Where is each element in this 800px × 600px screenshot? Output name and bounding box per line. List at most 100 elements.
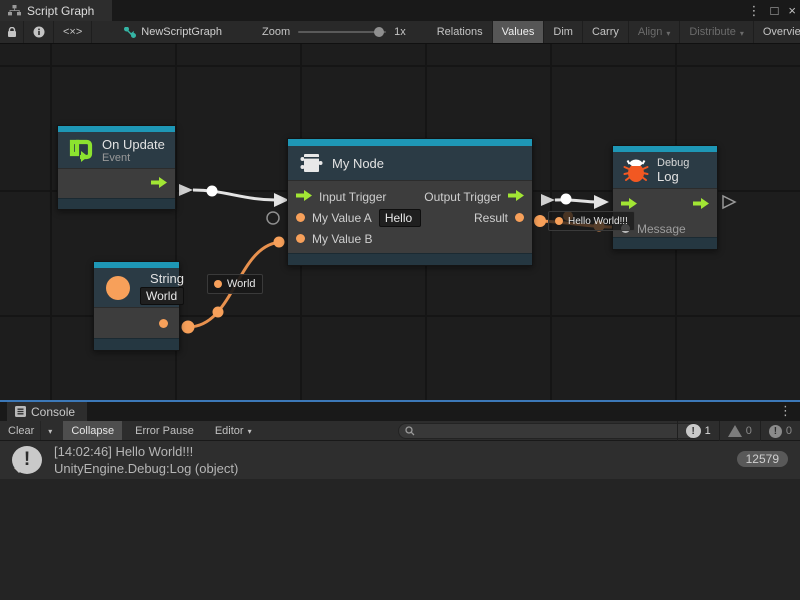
tab-script-graph-label: Script Graph	[27, 4, 94, 18]
node-title: On Update	[102, 137, 165, 152]
clear-dropdown[interactable]: ▾	[40, 421, 59, 440]
chevron-down-icon: ▾	[666, 29, 670, 38]
error-circle-icon: !	[769, 425, 782, 438]
flow-output-port[interactable]	[151, 175, 167, 193]
maximize-icon[interactable]: □	[771, 3, 779, 18]
graph-asset-icon	[124, 27, 136, 38]
error-pause-button[interactable]: Error Pause	[127, 421, 202, 440]
node-on-update[interactable]: On Update Event	[57, 125, 176, 210]
graph-name[interactable]: NewScriptGraph	[114, 21, 232, 43]
my-value-b-label: My Value B	[312, 232, 372, 246]
info-button[interactable]	[24, 21, 54, 43]
console-list-icon	[15, 406, 26, 417]
unity-window: Script Graph ⋮ □ × <×> NewScriptGraph	[0, 0, 800, 600]
info-icon	[33, 26, 45, 38]
node-title-stripe	[288, 139, 532, 146]
message-label: Message	[637, 222, 686, 236]
loop-event-icon	[68, 138, 94, 162]
console-tabbar: Console ⋮	[0, 402, 800, 421]
log-bubble-icon: !	[12, 446, 42, 474]
node-subtitle: Event	[102, 152, 165, 164]
console-toolbar: Clear ▾ Collapse Error Pause Editor▾ ! 1…	[0, 421, 800, 441]
script-graph-icon	[8, 5, 21, 16]
error-count: 0	[786, 425, 792, 437]
output-trigger-port[interactable]	[508, 188, 524, 206]
warning-count-toggle[interactable]: 0	[719, 421, 760, 441]
console-log-entry[interactable]: ! [14:02:46] Hello World!!! UnityEngine.…	[0, 441, 800, 479]
debug-bug-icon	[623, 157, 649, 183]
wire-value-label-world: World	[207, 274, 263, 294]
window-menu-icon[interactable]: ⋮	[748, 3, 761, 19]
code-preview-button[interactable]: <×>	[54, 21, 92, 43]
console-search[interactable]	[398, 423, 700, 439]
error-count-toggle[interactable]: ! 0	[760, 421, 800, 441]
result-label: Result	[474, 211, 508, 225]
string-value-input[interactable]	[140, 287, 184, 305]
node-debug-log[interactable]: Debug Log Message	[612, 145, 718, 250]
code-icon: <×>	[63, 26, 82, 38]
wire-onupdate-to-mynode[interactable]	[179, 184, 289, 207]
console-panel: Console ⋮ Clear ▾ Collapse Error Pause E…	[0, 400, 800, 600]
node-footer	[613, 237, 717, 249]
editor-dropdown[interactable]: Editor▾	[207, 421, 260, 440]
carry-button[interactable]: Carry	[583, 21, 629, 43]
log-entry-line1: [14:02:46] Hello World!!!	[54, 443, 238, 460]
zoom-control: Zoom 1x	[252, 21, 416, 43]
values-button[interactable]: Values	[493, 21, 545, 43]
my-value-b-port[interactable]	[296, 234, 305, 243]
graph-canvas[interactable]: On Update Event My Node	[0, 44, 800, 400]
node-category: Debug	[657, 157, 689, 169]
distribute-dropdown[interactable]: Distribute▾	[680, 21, 753, 43]
result-port[interactable]	[515, 213, 524, 222]
lock-button[interactable]	[0, 21, 24, 43]
console-search-input[interactable]	[419, 425, 693, 437]
my-value-a-port[interactable]	[296, 213, 305, 222]
warning-count: 0	[746, 425, 752, 437]
zoom-label: Zoom	[262, 26, 290, 38]
search-icon	[405, 426, 415, 436]
align-dropdown[interactable]: Align▾	[629, 21, 680, 43]
node-my-node[interactable]: My Node Input Trigger Output Trigger	[287, 138, 533, 266]
node-title: My Node	[332, 156, 384, 171]
output-trigger-label: Output Trigger	[424, 190, 501, 204]
node-title: String	[140, 271, 184, 286]
node-footer	[58, 198, 175, 209]
log-bubble-icon: !	[686, 424, 701, 438]
warning-triangle-icon	[728, 425, 742, 437]
node-footer	[288, 253, 532, 265]
tab-console[interactable]: Console	[7, 402, 87, 421]
clear-button[interactable]: Clear	[0, 421, 40, 440]
debug-output-port[interactable]	[693, 196, 709, 214]
zoom-slider-handle[interactable]	[374, 27, 384, 37]
tab-console-label: Console	[31, 405, 75, 419]
port-debug-output-external[interactable]	[723, 196, 735, 208]
chevron-down-icon: ▾	[740, 29, 744, 38]
node-title: Log	[657, 169, 689, 184]
my-value-a-input[interactable]	[379, 209, 421, 227]
tab-script-graph[interactable]: Script Graph	[0, 0, 112, 21]
chevron-down-icon: ▾	[48, 427, 52, 436]
console-count-badges: ! 1 0 ! 0	[677, 421, 800, 441]
window-controls: ⋮ □ ×	[748, 0, 796, 21]
log-count-toggle[interactable]: ! 1	[677, 421, 719, 441]
overview-button[interactable]: Overview	[754, 21, 800, 43]
wire-mynode-to-debug[interactable]	[541, 194, 609, 210]
log-count: 1	[705, 425, 711, 437]
wire-value-label-hello-world: Hello World!!!	[548, 211, 635, 231]
close-icon[interactable]: ×	[788, 3, 796, 18]
console-menu-icon[interactable]: ⋮	[779, 403, 792, 419]
collapse-count-badge: 12579	[737, 451, 788, 467]
string-output-port[interactable]	[159, 319, 168, 328]
lock-icon	[7, 27, 17, 38]
zoom-slider[interactable]	[298, 31, 386, 33]
input-trigger-port[interactable]	[296, 188, 312, 206]
relations-button[interactable]: Relations	[428, 21, 493, 43]
graph-window-tabbar: Script Graph ⋮ □ ×	[0, 0, 800, 21]
collapse-button[interactable]: Collapse	[63, 421, 122, 440]
port-myvaluea-external[interactable]	[267, 212, 279, 224]
my-value-a-label: My Value A	[312, 211, 372, 225]
node-string[interactable]: String	[93, 261, 180, 351]
value-dot-icon	[214, 280, 222, 288]
dim-button[interactable]: Dim	[544, 21, 583, 43]
unit-node-icon	[298, 151, 324, 175]
